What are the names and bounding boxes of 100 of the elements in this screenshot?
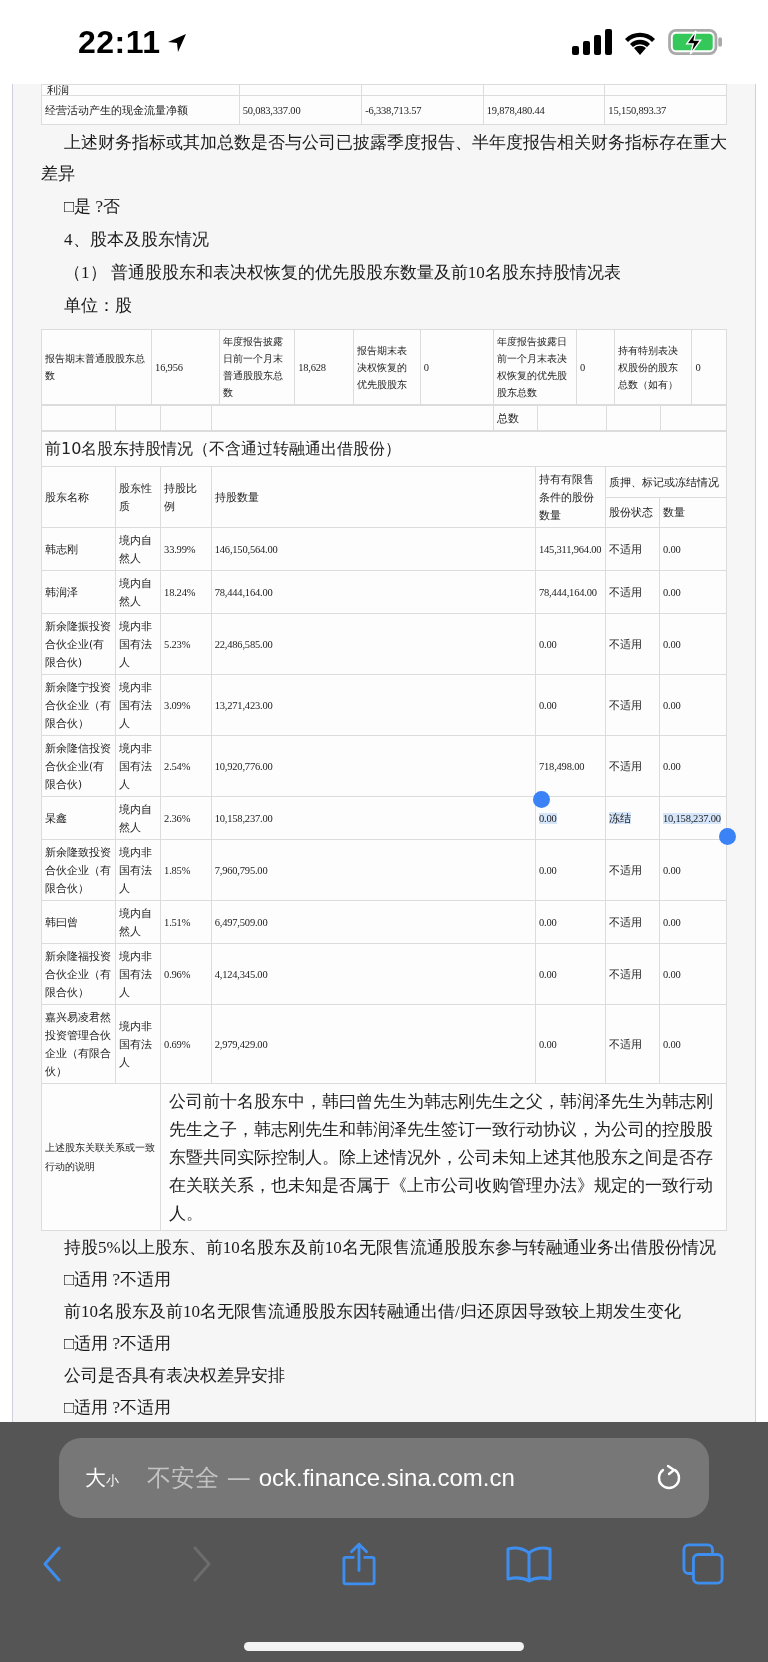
table-cell: 不适用 (608, 760, 642, 772)
table-cell: 0.96% (164, 968, 191, 980)
table-cell: 不适用 (608, 864, 642, 876)
paragraph: □适用 ?不适用 (63, 1397, 173, 1419)
signal-icon (572, 29, 612, 55)
table-cell: 1.85% (164, 864, 191, 876)
table-cell: 报告期末普通股股东总数 (45, 353, 145, 381)
table-cell: 145,311,964.00 (539, 543, 602, 555)
table-cell: 不适用 (608, 586, 642, 598)
table-cell: 5.23% (164, 638, 191, 650)
table-cell: 杲鑫 (45, 812, 67, 824)
selection-handle[interactable] (719, 828, 736, 845)
bookmarks-icon[interactable] (506, 1545, 552, 1583)
table-cell: 不适用 (608, 916, 642, 928)
table-cell: 19,878,480.44 (486, 104, 545, 116)
paragraph: 公司是否具有表决权差异安排 (63, 1365, 286, 1387)
paragraph: 前10名股东及前10名无限售流通股股东因转融通出借/归还原因导致较上期发生变化 (63, 1301, 682, 1323)
table-cell: 10,158,237.00 (663, 812, 721, 824)
table-cell: 总数 (497, 412, 520, 424)
table-cell: 0.00 (663, 1038, 681, 1050)
table-cell: 78,444,164.00 (214, 586, 273, 598)
table-cell: 新余隆福投资合伙企业（有限合伙） (45, 950, 111, 998)
table-cell: 1.51% (164, 916, 191, 928)
table-cell: 新余隆振投资合伙企业(有限合伙) (45, 620, 111, 668)
table-cell: 10,158,237.00 (214, 812, 273, 824)
paragraph: 持股5%以上股东、前10名股东及前10名无限售流通股股东参与转融通业务出借股份情况 (63, 1237, 717, 1259)
table-cell: 0.00 (539, 968, 557, 980)
table-cell: 0.00 (663, 543, 681, 555)
column-header: 持股比例 (164, 482, 198, 512)
table-cell: 2.54% (164, 760, 191, 772)
table-cell: 新余隆致投资合伙企业（有限合伙） (45, 846, 111, 894)
table-cell: 0.00 (663, 638, 681, 650)
security-label: 不安全 — (147, 1463, 251, 1494)
table-cell: 0 (695, 361, 701, 373)
paragraph: □适用 ?不适用 (63, 1269, 173, 1291)
table-cell: 16,956 (155, 361, 183, 373)
table-cell: 境内非国有法人 (118, 742, 152, 790)
table-cell: 13,271,423.00 (214, 699, 273, 711)
table-cell: 15,150,893.37 (608, 104, 667, 116)
share-icon[interactable] (342, 1542, 376, 1586)
table-cell: 10,920,776.00 (214, 760, 273, 772)
column-header: 股东性质 (118, 482, 152, 512)
table-cell: 境内自然人 (118, 534, 152, 564)
back-icon[interactable] (42, 1546, 62, 1582)
table-cell: 33.99% (164, 543, 196, 555)
table-cell: 0 (580, 361, 586, 373)
table-cell: 韩曰曾 (45, 916, 78, 928)
table-cell: 0.00 (539, 638, 557, 650)
table-cell: -6,338,713.57 (365, 104, 422, 116)
table-cell: 4,124,345.00 (214, 968, 268, 980)
table-cell: 不适用 (608, 543, 642, 555)
table-cell: 0.00 (663, 586, 681, 598)
status-time: 22:11 (78, 23, 161, 61)
table-cell: 嘉兴易凌君然投资管理合伙企业（有限合伙） (45, 1011, 111, 1077)
table-cell: 0.69% (164, 1038, 191, 1050)
text-size-button[interactable]: 大小 (85, 1464, 119, 1492)
table-cell: 境内自然人 (118, 803, 152, 833)
table-cell: 18,628 (298, 361, 326, 373)
tabs-icon[interactable] (682, 1543, 724, 1585)
table-cell: 146,150,564.00 (214, 543, 278, 555)
table-cell: 78,444,164.00 (539, 586, 597, 598)
table-cell: 境内非国有法人 (118, 681, 152, 729)
table-cell: 境内非国有法人 (118, 950, 152, 998)
table-title: 前10名股东持股情况（不含通过转融通出借股份） (45, 439, 402, 458)
table-cell: 公司前十名股东中，韩曰曾先生为韩志刚先生之父，韩润泽先生为韩志刚先生之子，韩志刚先生和韩润泽先生签订一致行动协议，为公司的控股股东暨共同实际控制人。除上述情况外，公司未知上述其他股东之间是否存在关联关系，也未知是否属于《上市公司收购管理办法》规定的一致行动人。 (169, 1091, 714, 1223)
battery-charging-icon (668, 29, 724, 55)
address-bar[interactable]: 大小 不安全 — ock.finance.sina.com.cn (59, 1438, 709, 1518)
paragraph: 单位：股 (63, 295, 133, 317)
table-cell: 持有特别表决权股份的股东总数（如有） (618, 344, 679, 390)
column-header: 持股数量 (214, 491, 259, 503)
paragraph: （1） 普通股股东和表决权恢复的优先股股东数量及前10名股东持股情况表 (63, 262, 622, 284)
column-header: 股东名称 (45, 491, 89, 503)
column-header: 质押、标记或冻结情况 (608, 475, 719, 488)
table-cell: 不适用 (608, 699, 642, 711)
table-cell: 0.00 (663, 760, 681, 772)
table-cell: 0 (423, 361, 429, 373)
column-header: 股份状态 (608, 506, 653, 519)
table-cell: 韩润泽 (45, 586, 78, 598)
url-text: ock.finance.sina.com.cn (258, 1464, 516, 1492)
table-cell: 3.09% (164, 699, 191, 711)
paragraph: 4、股本及股东情况 (63, 229, 210, 251)
table-cell: 境内非国有法人 (118, 846, 152, 894)
reload-icon[interactable] (655, 1464, 683, 1492)
selection-handle[interactable] (533, 791, 550, 808)
table-cell: 0.00 (663, 864, 681, 876)
table-cell: 0.00 (663, 968, 681, 980)
table-cell: 22,486,585.00 (214, 638, 273, 650)
forward-icon[interactable] (192, 1546, 212, 1582)
table-cell: 不适用 (608, 638, 642, 650)
table-cell: 0.00 (663, 916, 681, 928)
column-header: 数量 (663, 506, 685, 519)
table-cell: 经营活动产生的现金流量净额 (45, 104, 188, 116)
table-cell: 境内非国有法人 (118, 1020, 152, 1068)
table-cell: 0.00 (539, 916, 557, 928)
paragraph: 上述财务指标或其加总数是否与公司已披露季度报告、半年度报告相关财务指标存在重大差异 (41, 132, 727, 185)
table-cell: 50,083,337.00 (242, 104, 301, 116)
location-arrow-icon (166, 33, 187, 53)
table-cell: 18.24% (164, 586, 196, 598)
table-cell: 新余隆宁投资合伙企业（有限合伙） (45, 681, 111, 729)
table-cell: 年度报告披露日前一个月末表决权恢复的优先股股东总数 (497, 336, 568, 398)
